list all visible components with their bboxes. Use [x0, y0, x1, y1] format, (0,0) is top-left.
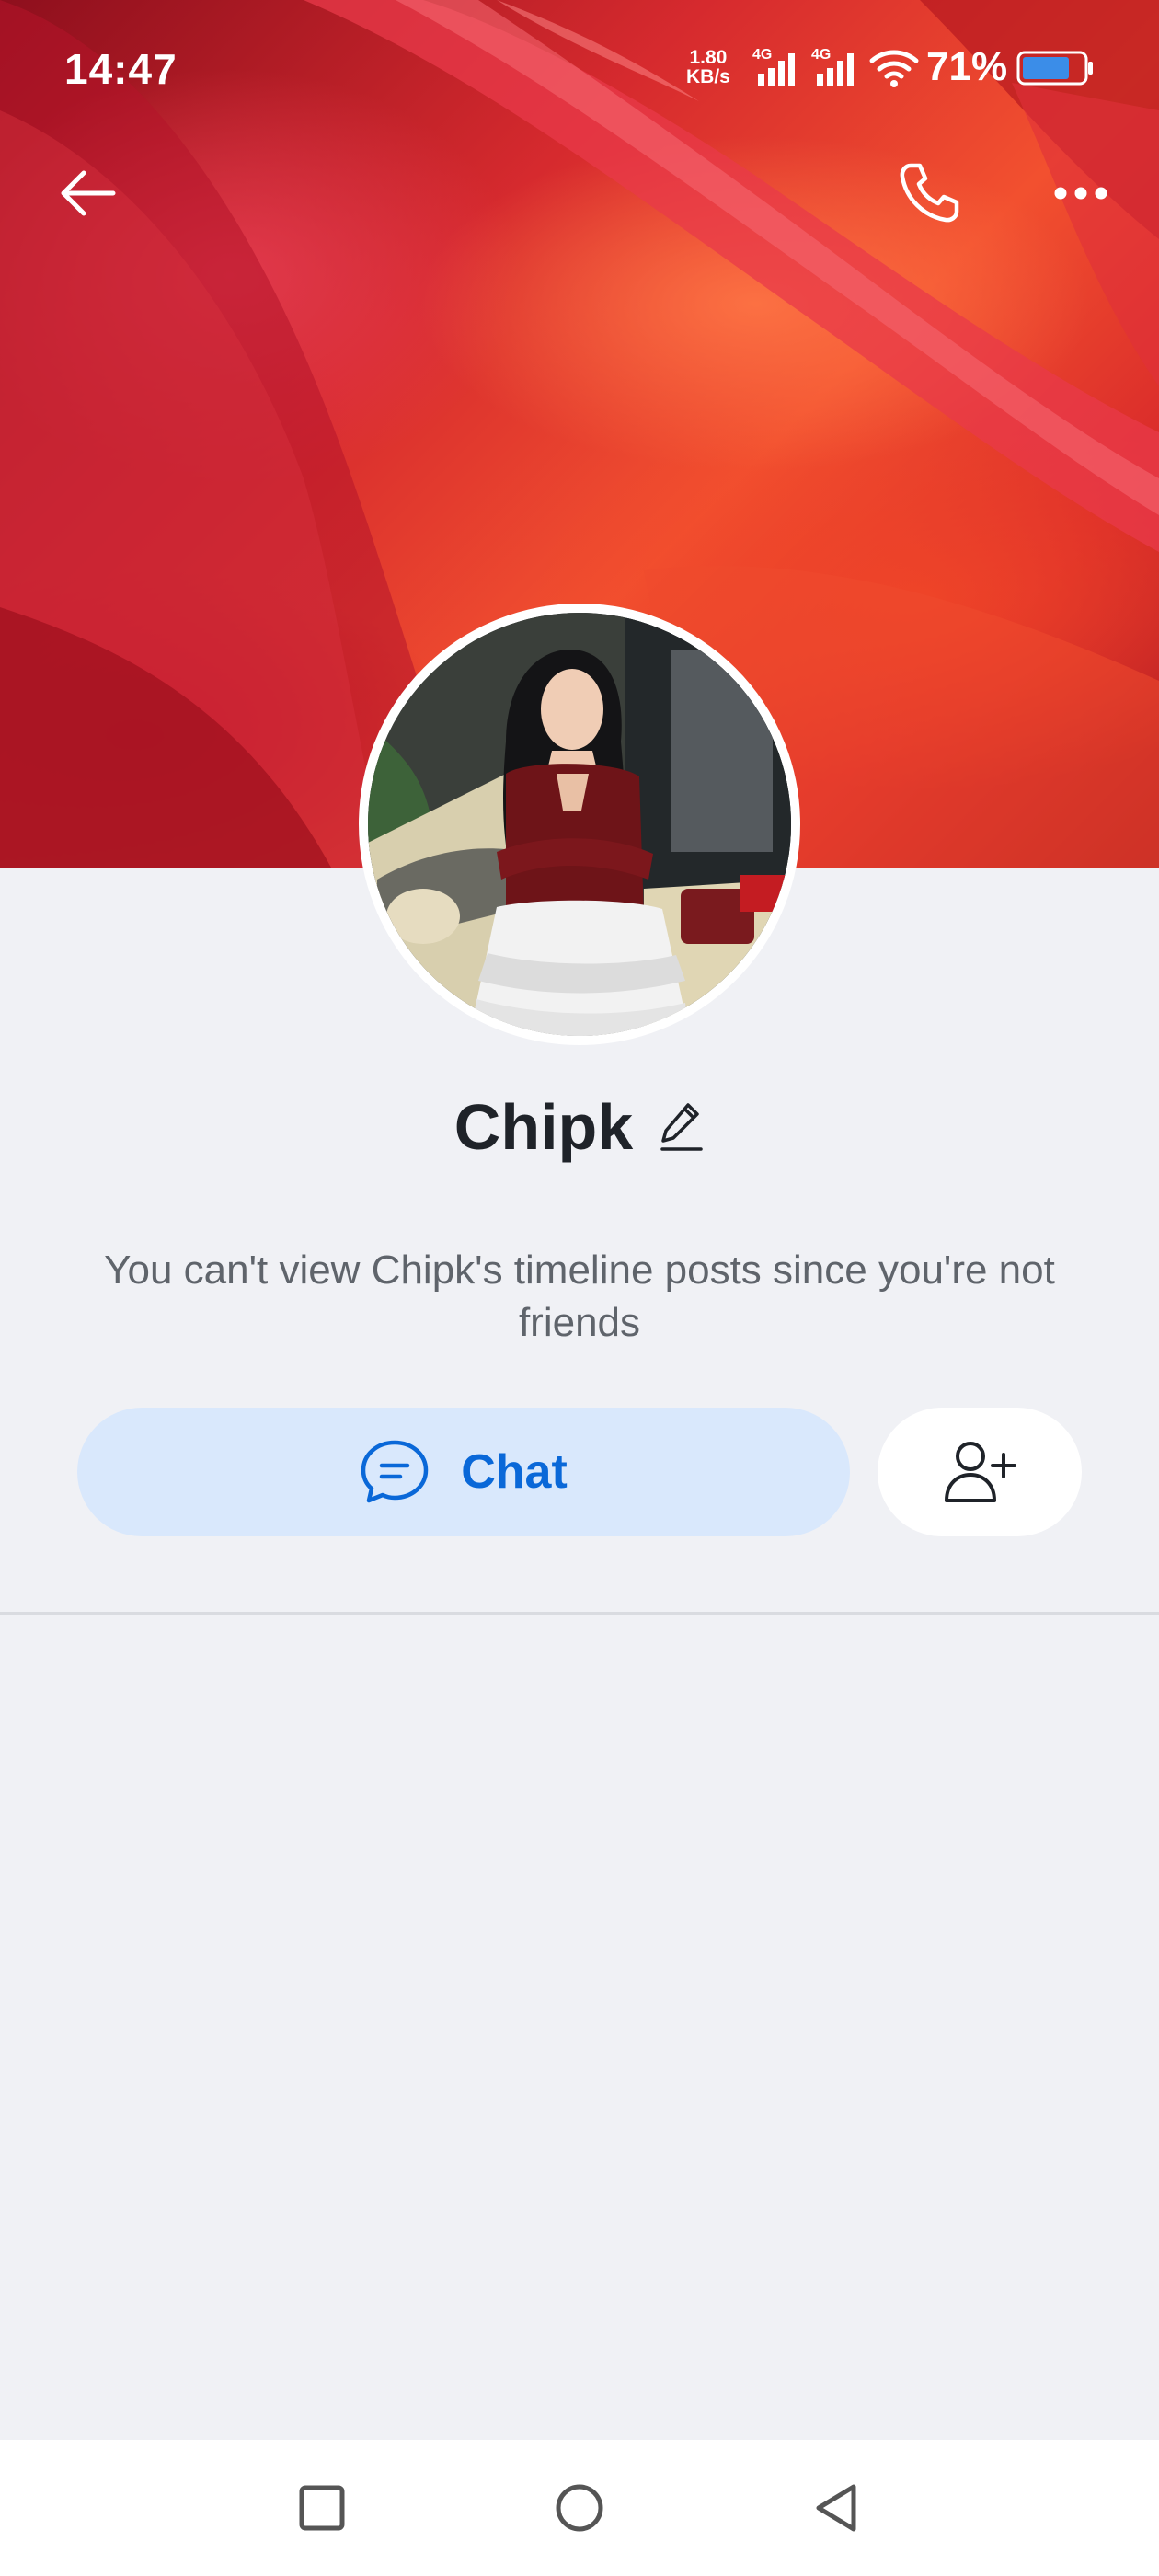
- network-speed-unit: KB/s: [686, 66, 730, 87]
- back-button[interactable]: [46, 152, 129, 235]
- avatar[interactable]: [359, 604, 800, 1045]
- profile-name: Chipk: [453, 1091, 634, 1163]
- chat-button[interactable]: Chat: [77, 1408, 850, 1536]
- home-button[interactable]: [543, 2471, 616, 2545]
- section-divider: [0, 1612, 1159, 1615]
- battery-icon: [1016, 51, 1096, 90]
- wifi-icon: [868, 48, 920, 93]
- recent-apps-button[interactable]: [285, 2471, 359, 2545]
- edit-name-button[interactable]: [659, 1099, 705, 1155]
- status-time: 14:47: [64, 45, 178, 93]
- more-horizontal-icon: [1054, 187, 1107, 200]
- profile-name-row: Chipk: [0, 1086, 1159, 1168]
- signal1-label: 4G: [752, 47, 772, 63]
- add-user-icon: [945, 1442, 1016, 1502]
- battery-percent: 71%: [926, 44, 1008, 89]
- network-speed-value: 1.80: [689, 47, 728, 68]
- triangle-back-icon: [816, 2484, 856, 2532]
- profile-page: 14:47 1.80 KB/s 4G 4G 71% Chipk You can'…: [0, 0, 1159, 2576]
- more-button[interactable]: [1039, 156, 1122, 230]
- pencil-icon: [660, 1103, 703, 1151]
- add-friend-button[interactable]: [878, 1408, 1082, 1536]
- system-nav-bar: [0, 2440, 1159, 2576]
- chat-button-label: Chat: [461, 1445, 568, 1499]
- signal-4g-icon: 4G: [752, 46, 806, 95]
- chat-bubble-icon: [361, 1440, 429, 1503]
- network-speed: 1.80 KB/s: [686, 48, 730, 86]
- arrow-left-icon: [61, 170, 116, 216]
- call-button[interactable]: [883, 152, 975, 235]
- system-back-button[interactable]: [800, 2471, 874, 2545]
- status-bar: 14:47 1.80 KB/s 4G 4G 71%: [0, 0, 1159, 138]
- avatar-photo: [368, 613, 791, 1036]
- square-icon: [299, 2485, 345, 2531]
- signal-4g-icon: 4G: [811, 46, 865, 95]
- signal2-label: 4G: [811, 47, 831, 63]
- phone-icon: [900, 163, 959, 223]
- circle-icon: [556, 2484, 603, 2532]
- not-friends-notice: You can't view Chipk's timeline posts si…: [104, 1248, 1055, 1345]
